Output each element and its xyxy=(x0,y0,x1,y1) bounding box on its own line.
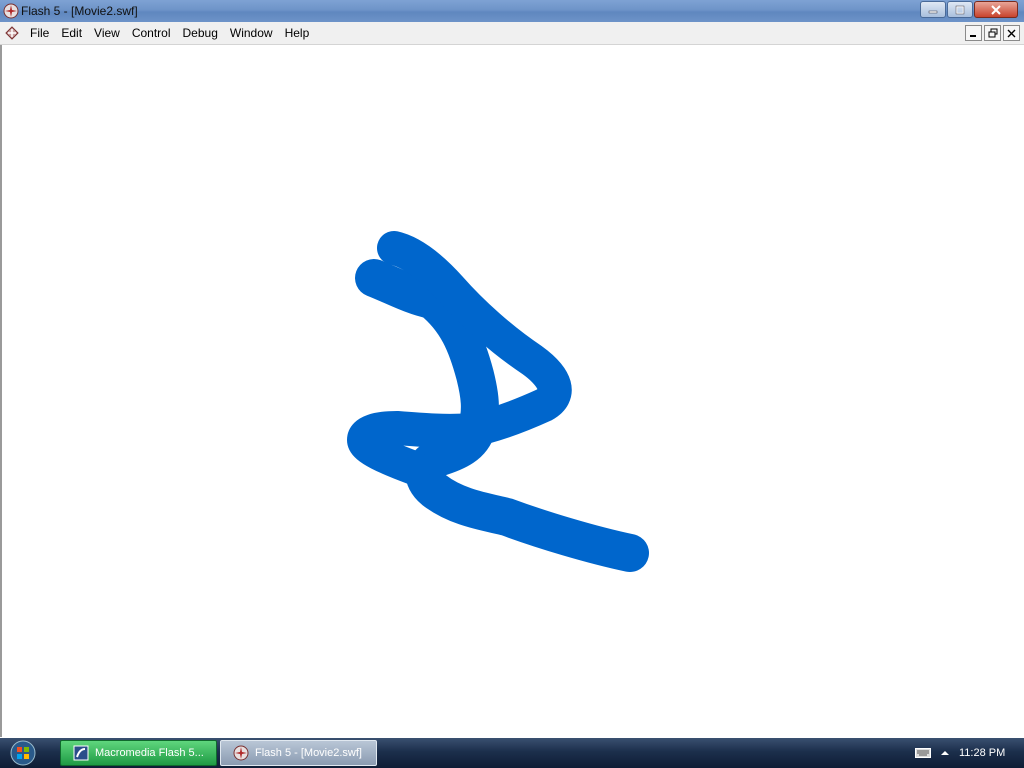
menu-file[interactable]: File xyxy=(24,23,55,43)
menu-control[interactable]: Control xyxy=(126,23,177,43)
taskbar-item-flash-player[interactable]: Flash 5 - [Movie2.swf] xyxy=(220,740,377,766)
document-close-button[interactable] xyxy=(1003,25,1020,41)
menu-bar: File Edit View Control Debug Window Help xyxy=(0,22,1024,45)
document-window-controls xyxy=(965,25,1020,41)
window-controls xyxy=(920,1,1018,18)
close-button[interactable] xyxy=(974,1,1018,18)
document-restore-button[interactable] xyxy=(984,25,1001,41)
start-button[interactable] xyxy=(4,739,42,767)
maximize-button[interactable] xyxy=(947,1,973,18)
flash-player-icon xyxy=(233,745,249,761)
minimize-button[interactable] xyxy=(920,1,946,18)
blue-brush-stroke xyxy=(347,231,649,572)
drawn-stroke-canvas xyxy=(347,231,649,572)
movie-stage[interactable] xyxy=(0,45,1024,737)
taskbar-item-label: Flash 5 - [Movie2.swf] xyxy=(255,747,362,759)
window-title: Flash 5 - [Movie2.swf] xyxy=(21,4,138,18)
menu-view[interactable]: View xyxy=(88,23,126,43)
taskbar-item-label: Macromedia Flash 5... xyxy=(95,747,204,759)
menu-window[interactable]: Window xyxy=(224,23,279,43)
menu-debug[interactable]: Debug xyxy=(177,23,224,43)
taskbar: Macromedia Flash 5... Flash 5 - [Movie2.… xyxy=(0,738,1024,768)
title-bar[interactable]: Flash 5 - [Movie2.swf] xyxy=(0,0,1024,22)
flash-app-icon[interactable] xyxy=(3,3,19,19)
keyboard-icon[interactable] xyxy=(915,747,931,759)
flash-doc-icon xyxy=(73,745,89,761)
taskbar-item-flash-editor[interactable]: Macromedia Flash 5... xyxy=(60,740,217,766)
system-tray: 11:28 PM xyxy=(909,738,1024,768)
document-menu-icon[interactable] xyxy=(4,25,20,41)
menu-edit[interactable]: Edit xyxy=(55,23,88,43)
menu-help[interactable]: Help xyxy=(279,23,316,43)
show-hidden-icons-icon[interactable] xyxy=(941,749,949,757)
document-minimize-button[interactable] xyxy=(965,25,982,41)
taskbar-clock[interactable]: 11:28 PM xyxy=(959,747,1005,759)
